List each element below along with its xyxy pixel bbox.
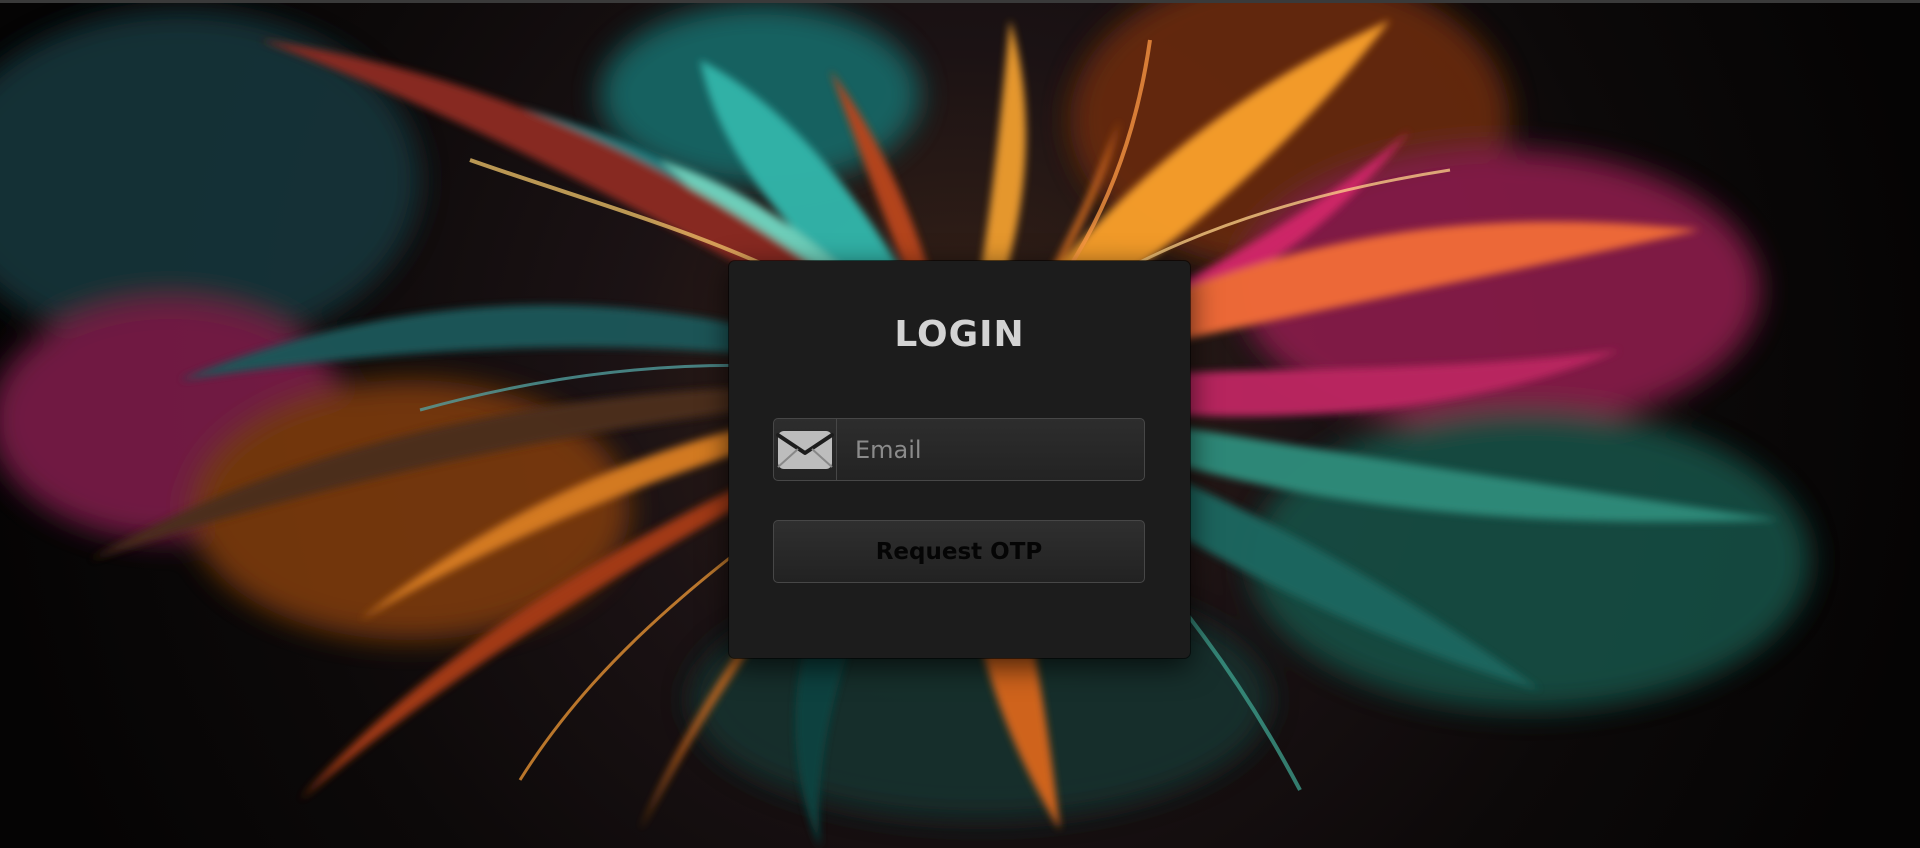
login-title: LOGIN xyxy=(894,314,1025,355)
login-page: LOGIN Request OTP xyxy=(0,0,1920,848)
email-input[interactable] xyxy=(837,419,1144,480)
email-input-group xyxy=(773,418,1145,481)
request-otp-button[interactable]: Request OTP xyxy=(773,520,1145,583)
envelope-icon xyxy=(776,430,834,469)
email-icon-container xyxy=(774,419,837,480)
login-card: LOGIN Request OTP xyxy=(729,261,1190,658)
top-strip xyxy=(0,0,1920,3)
